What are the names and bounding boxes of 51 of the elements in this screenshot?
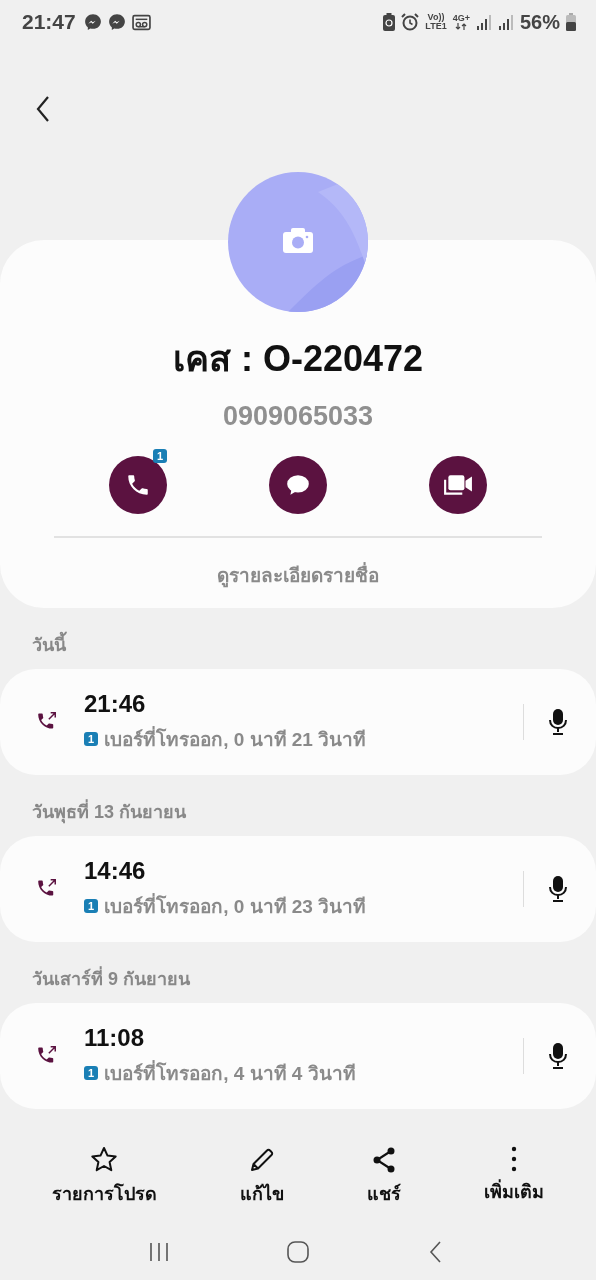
call-log-item[interactable]: 11:08 1 เบอร์ที่โทรออก, 4 นาที 4 วินาที [0,1003,596,1109]
call-log-item[interactable]: 14:46 1 เบอร์ที่โทรออก, 0 นาที 23 วินาที [0,836,596,942]
video-call-button[interactable] [429,456,487,514]
date-header: วันพุธที่ 13 กันยายน [0,775,596,836]
contact-name: เคส : O-220472 [172,337,424,381]
toolbar-button[interactable]: เพิ่มเติม [478,1143,551,1210]
date-header: วันเสาร์ที่ 9 กันยายน [0,942,596,1003]
network-label: Vo)) [427,13,445,22]
sim-badge: 1 [84,732,99,746]
signal-icon [475,14,492,30]
signal-icon [497,14,514,30]
voicemail-icon [131,13,151,31]
more-icon [511,1146,518,1172]
toolbar-button[interactable]: รายการโปรด [45,1143,163,1210]
back-icon [36,96,50,122]
star-icon [90,1146,119,1174]
chat-bubble-icon [285,472,311,498]
battery-percent: 56% [519,10,560,34]
message-button[interactable] [269,456,327,514]
network-label: 4G+ [452,14,470,23]
recording-button[interactable] [548,1042,568,1070]
sim-badge: 1 [84,899,99,913]
messenger-icon [83,13,102,31]
recording-button[interactable] [548,708,568,736]
network-label: LTE1 [425,22,447,31]
call-description: เบอร์ที่โทรออก, 0 นาที 23 วินาที [104,891,367,921]
alarm-icon [401,13,420,31]
count-badge: 1 [152,449,167,463]
call-description: เบอร์ที่โทรออก, 4 นาที 4 วินาที [104,1058,356,1088]
toolbar-button[interactable]: แก้ไข [233,1143,290,1210]
data-arrows-icon [455,23,468,30]
date-header: วันนี้ [0,608,596,669]
sim-badge: 1 [84,1066,99,1080]
call-time: 14:46 [84,857,147,885]
status-time: 21:47 [22,10,76,34]
call-time: 11:08 [84,1024,146,1052]
video-camera-icon [443,473,473,497]
home-icon[interactable] [286,1240,310,1264]
phone-icon [125,472,151,498]
battery-saver-icon [383,13,396,31]
call-log-item[interactable]: 21:46 1 เบอร์ที่โทรออก, 0 นาที 21 วินาที [0,669,596,775]
microphone-icon [548,875,568,903]
recording-button[interactable] [548,875,568,903]
microphone-icon [548,708,568,736]
call-time: 21:46 [84,690,147,718]
microphone-icon [548,1042,568,1070]
battery-icon [566,13,576,31]
messenger-icon [107,13,126,31]
phone-number: 0909065033 [222,401,374,432]
toolbar-button[interactable]: แชร์ [361,1143,408,1210]
call-description: เบอร์ที่โทรออก, 0 นาที 21 วินาที [104,724,367,754]
